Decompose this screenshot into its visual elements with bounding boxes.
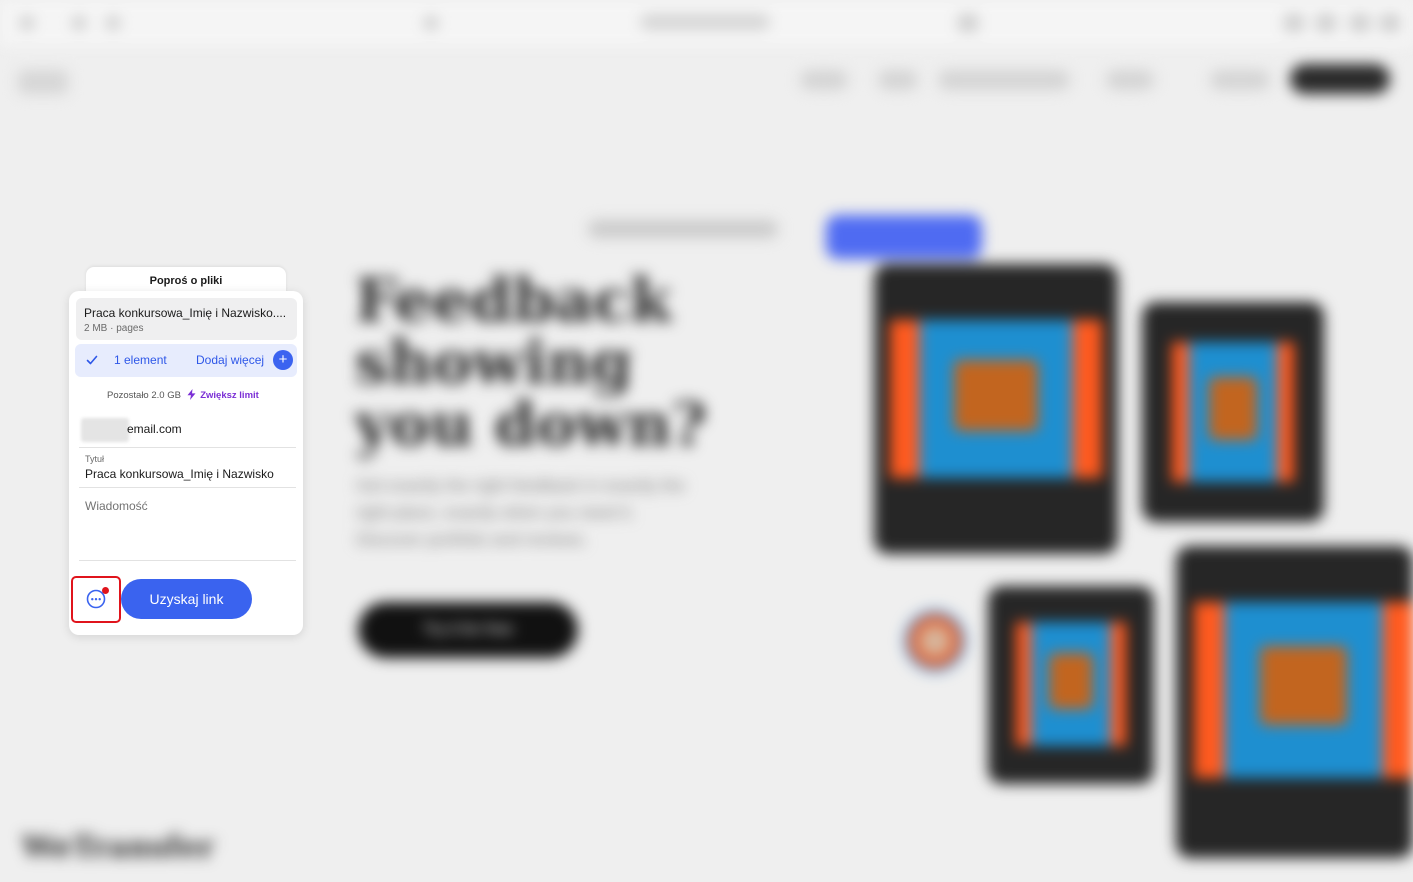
title-field[interactable]: Tytuł Praca konkursowa_Imię i Nazwisko <box>79 449 296 488</box>
file-item[interactable]: Praca konkursowa_Imię i Nazwisko.... 2 M… <box>76 298 297 340</box>
browser-extension-icon <box>1284 14 1304 32</box>
email-redacted <box>81 418 129 442</box>
browser-tab-icon <box>424 16 438 30</box>
preview-card <box>874 264 1118 554</box>
preview-card <box>1142 302 1324 522</box>
check-icon <box>86 355 98 365</box>
preview-artwork <box>1172 342 1294 482</box>
hero-badge <box>826 215 982 259</box>
browser-extension-icon <box>1350 14 1370 32</box>
preview-artwork <box>890 320 1102 478</box>
site-logo <box>18 70 68 94</box>
file-meta: 2 MB · pages <box>84 323 144 334</box>
message-field[interactable]: Wiadomość <box>79 489 296 561</box>
preview-card <box>1176 546 1413 858</box>
title-label: Tytuł <box>85 454 105 464</box>
file-name: Praca konkursowa_Imię i Nazwisko.... <box>84 306 287 320</box>
browser-share-icon <box>958 14 978 32</box>
bolt-icon <box>187 389 196 400</box>
plus-icon[interactable]: + <box>273 350 293 370</box>
browser-forward-icon <box>106 16 120 30</box>
email-field[interactable]: email.com <box>79 415 296 448</box>
footer-brand: WeTransfer <box>22 830 215 865</box>
message-placeholder: Wiadomość <box>85 499 148 513</box>
more-options-button[interactable] <box>71 576 121 623</box>
email-value: email.com <box>127 422 182 436</box>
nav-item <box>1210 70 1270 90</box>
selected-count: 1 element <box>114 353 167 367</box>
browser-back-icon <box>72 16 86 30</box>
nav-item <box>878 70 918 90</box>
get-link-button[interactable]: Uzyskaj link <box>121 579 252 619</box>
storage-remaining: Pozostało 2.0 GB <box>107 390 181 401</box>
nav-cta-button <box>1290 64 1390 94</box>
hero-title: Feedback showing you down? <box>355 266 707 460</box>
preview-artwork <box>1194 602 1413 778</box>
hero-cta-button: Try it for free <box>358 602 578 658</box>
nav-item <box>1106 70 1154 90</box>
nav-item <box>938 70 1070 90</box>
preview-artwork <box>1016 622 1126 746</box>
notification-dot <box>102 587 109 594</box>
storage-info: Pozostało 2.0 GB Zwiększ limit <box>107 389 259 401</box>
add-more-link[interactable]: Dodaj więcej <box>196 353 264 367</box>
browser-extension-icon <box>1316 14 1336 32</box>
upgrade-limit-link[interactable]: Zwiększ limit <box>200 390 259 401</box>
browser-toolbar <box>0 0 1413 46</box>
nav-item <box>800 70 848 90</box>
hero-subtitle: Get exactly the right feedback in exactl… <box>356 476 685 549</box>
browser-menu-icon <box>20 16 34 30</box>
browser-extension-icon <box>1380 14 1400 32</box>
avatar <box>904 610 966 672</box>
selected-items-row[interactable]: 1 element Dodaj więcej + <box>75 344 297 377</box>
preview-card <box>988 586 1154 784</box>
request-files-panel: Praca konkursowa_Imię i Nazwisko.... 2 M… <box>69 291 303 635</box>
title-value: Praca konkursowa_Imię i Nazwisko <box>85 467 274 481</box>
browser-address-bar <box>640 14 770 30</box>
hero-tagline <box>588 220 778 238</box>
